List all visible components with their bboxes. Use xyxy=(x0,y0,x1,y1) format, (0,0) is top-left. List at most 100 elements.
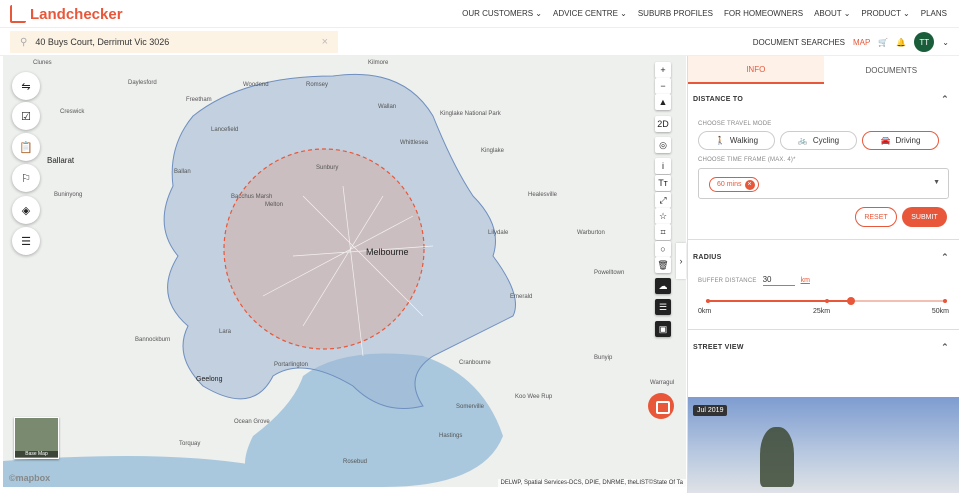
geolocate-button[interactable]: ◎ xyxy=(655,137,671,153)
basemap-toggle[interactable]: Base Map xyxy=(14,417,59,459)
unit-selector[interactable]: km xyxy=(801,277,810,284)
nav-plans[interactable]: PLANS xyxy=(921,9,947,18)
add-image-button[interactable]: ▣ xyxy=(655,321,671,337)
chevron-up-icon[interactable]: ⌃ xyxy=(941,342,949,353)
circle-tool-button[interactable]: ○ xyxy=(655,241,671,257)
remove-chip-icon[interactable]: × xyxy=(744,179,755,190)
svg-text:Melbourne: Melbourne xyxy=(366,247,409,257)
svg-text:Koo Wee Rup: Koo Wee Rup xyxy=(515,394,553,400)
line-tool-button[interactable]: ⤢ xyxy=(655,192,671,208)
cloud-upload-button[interactable]: ☁ xyxy=(655,278,671,294)
layers-button[interactable]: ◈ xyxy=(12,196,40,224)
document-searches-link[interactable]: DOCUMENT SEARCHES xyxy=(753,38,845,47)
chevron-up-icon[interactable]: ⌃ xyxy=(941,252,949,263)
svg-text:Powelltown: Powelltown xyxy=(594,270,624,276)
mode-driving-label: Driving xyxy=(895,136,921,145)
svg-text:Lara: Lara xyxy=(219,329,232,335)
chevron-up-icon[interactable]: ⌃ xyxy=(941,94,949,105)
location-pin-icon: ⚐ xyxy=(21,172,31,185)
polygon-tool-button[interactable]: ⌗ xyxy=(655,224,671,240)
mapbox-logo[interactable]: ©mapbox xyxy=(9,473,50,483)
2d-toggle-button[interactable]: 2D xyxy=(655,116,671,132)
svg-text:Torquay: Torquay xyxy=(179,441,200,447)
svg-text:Kinglake National Park: Kinglake National Park xyxy=(440,111,502,117)
svg-text:Cranbourne: Cranbourne xyxy=(459,360,491,366)
checklist-button[interactable]: ☑ xyxy=(12,102,40,130)
filters-button[interactable]: ☰ xyxy=(655,299,671,315)
svg-text:Lancefield: Lancefield xyxy=(211,127,238,133)
time-chip-label: 60 mins xyxy=(717,181,742,188)
submit-button[interactable]: SUBMIT xyxy=(902,207,947,227)
street-view-section-header[interactable]: STREET VIEW ⌃ xyxy=(688,335,959,359)
radius-slider[interactable] xyxy=(706,296,947,306)
tick-0km: 0km xyxy=(698,308,712,315)
address-search[interactable]: ⚲ 40 Buys Court, Derrimut Vic 3026 × xyxy=(10,31,338,53)
buffer-distance-label: BUFFER DISTANCE xyxy=(698,277,757,284)
nav-advice-centre[interactable]: ADVICE CENTRE ⌄ xyxy=(553,9,627,18)
mode-walking-button[interactable]: 🚶 Walking xyxy=(698,131,775,150)
radius-title: RADIUS xyxy=(693,253,722,261)
svg-text:Warragul: Warragul xyxy=(650,380,674,386)
svg-text:Freetham: Freetham xyxy=(186,97,212,103)
info-button[interactable]: i xyxy=(655,158,671,174)
svg-text:Wallan: Wallan xyxy=(378,104,396,110)
time-chip[interactable]: 60 mins × xyxy=(709,177,759,192)
mode-cycling-button[interactable]: 🚲 Cycling xyxy=(780,131,857,150)
chat-button[interactable] xyxy=(648,393,674,419)
delete-tool-button[interactable]: 🗑 xyxy=(655,257,671,273)
slider-tick-max xyxy=(943,299,947,303)
zoom-out-button[interactable]: − xyxy=(655,78,671,94)
location-search-button[interactable]: ⚐ xyxy=(12,164,40,192)
time-frame-select[interactable]: 60 mins × ▼ xyxy=(698,168,949,199)
tick-50km: 50km xyxy=(931,308,949,315)
tree-image xyxy=(760,427,794,487)
dropdown-arrow-icon[interactable]: ▼ xyxy=(933,179,940,186)
time-frame-label: CHOOSE TIME FRAME (MAX. 4)* xyxy=(698,157,796,163)
panel-collapse-toggle[interactable]: › xyxy=(676,243,686,279)
car-icon: 🚘 xyxy=(880,136,891,145)
cart-icon[interactable]: 🛒 xyxy=(878,38,888,47)
clear-icon[interactable]: × xyxy=(322,36,328,48)
list-button[interactable]: ☰ xyxy=(12,227,40,255)
star-tool-button[interactable]: ☆ xyxy=(655,208,671,224)
nav-suburb-profiles[interactable]: SUBURB PROFILES xyxy=(638,9,713,18)
clipboard-icon: 📋 xyxy=(19,141,33,154)
bell-icon[interactable]: 🔔 xyxy=(896,38,906,47)
slider-ticks: 0km 25km 50km xyxy=(688,306,959,315)
svg-text:Lilydale: Lilydale xyxy=(488,230,509,236)
slider-tick-min xyxy=(706,299,710,303)
chevron-down-icon[interactable]: ⌄ xyxy=(942,38,949,47)
nav-for-homeowners[interactable]: FOR HOMEOWNERS xyxy=(724,9,803,18)
svg-text:Whittlesea: Whittlesea xyxy=(400,140,429,146)
avatar[interactable]: TT xyxy=(914,32,935,52)
svg-text:Melton: Melton xyxy=(265,202,283,208)
tab-info[interactable]: INFO xyxy=(688,56,824,84)
list-icon: ☰ xyxy=(21,235,31,248)
nav-about[interactable]: ABOUT ⌄ xyxy=(814,9,850,18)
zoom-in-button[interactable]: + xyxy=(655,62,671,78)
buffer-distance-input[interactable]: 30 xyxy=(762,275,795,286)
svg-text:Healesville: Healesville xyxy=(528,192,558,198)
svg-text:Somerville: Somerville xyxy=(456,404,485,410)
distance-section-header[interactable]: DISTANCE TO ⌃ xyxy=(688,87,959,111)
radius-section-header[interactable]: RADIUS ⌃ xyxy=(688,245,959,269)
compass-button[interactable]: ▲ xyxy=(655,94,671,110)
mode-driving-button[interactable]: 🚘 Driving xyxy=(862,131,939,150)
landchecker-logo[interactable]: Landchecker xyxy=(10,5,123,23)
slider-thumb[interactable] xyxy=(846,297,855,305)
reset-button[interactable]: RESET xyxy=(855,207,897,227)
nav-product[interactable]: PRODUCT ⌄ xyxy=(861,9,909,18)
route-button[interactable]: ⇋ xyxy=(12,72,40,100)
tab-documents[interactable]: DOCUMENTS xyxy=(824,56,959,84)
svg-text:Ocean Grove: Ocean Grove xyxy=(234,419,270,425)
svg-text:Hastings: Hastings xyxy=(439,433,462,439)
clipboard-button[interactable]: 📋 xyxy=(12,133,40,161)
map-canvas[interactable]: Clunes Daylesford Kilmore Freetham Woode… xyxy=(3,56,686,487)
nav-our-customers[interactable]: OUR CUSTOMERS ⌄ xyxy=(462,9,542,18)
search-input[interactable]: 40 Buys Court, Derrimut Vic 3026 xyxy=(35,37,169,47)
svg-text:Creswick: Creswick xyxy=(60,109,85,115)
text-tool-button[interactable]: Tт xyxy=(655,175,671,191)
svg-text:Ballarat: Ballarat xyxy=(47,156,75,165)
map-link[interactable]: MAP xyxy=(853,38,870,47)
street-view-image[interactable]: Jul 2019 xyxy=(688,397,959,493)
